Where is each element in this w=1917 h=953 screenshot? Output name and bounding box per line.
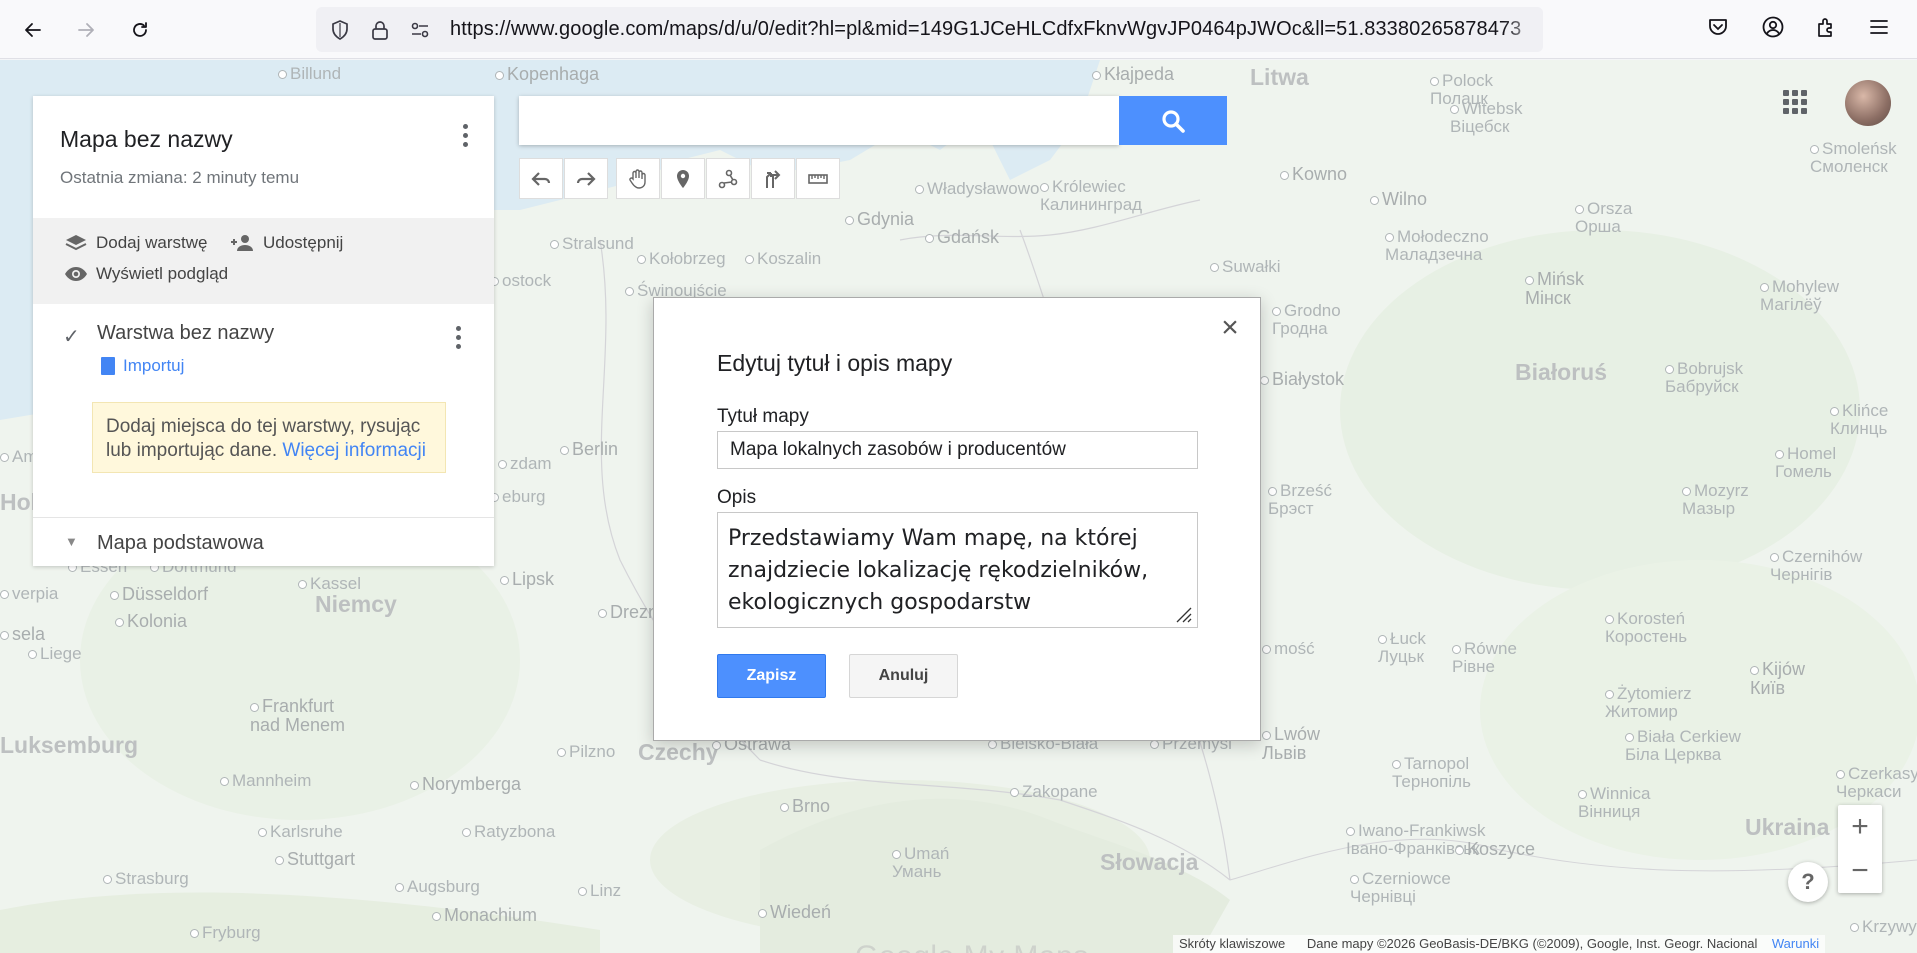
layer-visibility-checkbox[interactable]: ✓ [63,324,80,349]
search-icon [1162,109,1185,133]
add-layer-button[interactable]: Dodaj warstwę [63,232,208,254]
lock-icon[interactable] [369,19,391,41]
map-toolbar-tools [616,158,841,199]
permissions-icon[interactable] [409,19,431,41]
zoom-in-button[interactable]: + [1838,805,1882,849]
reload-icon [133,22,147,37]
menu-button[interactable] [1867,15,1895,43]
redo-button[interactable] [564,158,608,199]
search-input[interactable] [519,96,1119,145]
undo-button[interactable] [519,158,563,199]
zoom-control: + − [1838,805,1882,893]
avatar[interactable] [1845,80,1891,126]
layer-title[interactable]: Warstwa bez nazwy [97,322,274,345]
browser-toolbar: https://www.google.com/maps/d/u/0/edit?h… [0,0,1917,59]
panel-actions: Dodaj warstwę Udostępnij Wyświetl podglą… [33,218,494,304]
google-apps-icon[interactable] [1783,90,1807,114]
arrow-left-icon [25,23,41,37]
forward-button[interactable] [70,14,102,46]
pan-tool-button[interactable] [616,158,660,199]
map-title-label: Tytuł mapy [717,406,809,427]
directions-button[interactable] [751,158,795,199]
eye-icon [65,267,87,281]
add-marker-button[interactable] [661,158,705,199]
url-text[interactable]: https://www.google.com/maps/d/u/0/edit?h… [450,18,1535,41]
description-textarea[interactable]: Przedstawiamy Wam mapę, na której znajdz… [717,512,1198,628]
search-button[interactable] [1119,96,1227,145]
puzzle-icon [1818,18,1832,37]
terms-link[interactable]: Warunki [1772,936,1819,951]
last-change-text: Ostatnia zmiana: 2 minuty temu [60,168,300,187]
layer-options-button[interactable] [446,322,470,352]
save-button[interactable]: Zapisz [717,654,826,698]
map-toolbar [519,158,609,199]
hamburger-icon [1870,20,1888,34]
panel-header: Mapa bez nazwy Ostatnia zmiana: 2 minuty… [33,96,494,218]
share-label: Udostępnij [263,233,344,252]
file-import-icon [101,357,115,375]
extensions-button[interactable] [1814,15,1842,43]
description-label: Opis [717,487,757,508]
import-link[interactable]: Importuj [101,356,184,376]
address-bar[interactable]: https://www.google.com/maps/d/u/0/edit?h… [316,7,1543,52]
import-label: Importuj [123,356,185,375]
add-layer-label: Dodaj warstwę [96,233,208,252]
shield-icon[interactable] [329,19,351,41]
share-button[interactable]: Udostępnij [230,232,343,254]
layer-hint-box: Dodaj miejsca do tej warstwy, rysując lu… [92,402,446,473]
add-person-icon [231,235,253,251]
dialog-title: Edytuj tytuł i opis mapy [717,350,953,376]
draw-line-button[interactable] [706,158,750,199]
attribution-text: Dane mapy ©2026 GeoBasis-DE/BKG (©2009),… [1306,936,1758,951]
directions-icon [766,169,781,188]
basemap-section[interactable]: ▼ Mapa podstawowa [33,517,494,566]
cancel-button[interactable]: Anuluj [849,654,958,698]
close-icon[interactable]: × [1217,313,1243,343]
marker-icon [677,169,689,188]
map-options-button[interactable] [453,120,477,150]
more-info-link[interactable]: Więcej informacji [282,440,426,461]
draw-line-icon [718,169,738,188]
edit-title-dialog: × Edytuj tytuł i opis mapy Tytuł mapy Op… [653,297,1261,741]
expand-caret-icon: ▼ [65,534,78,549]
reload-button[interactable] [124,14,156,46]
preview-button[interactable]: Wyświetl podgląd [63,263,228,285]
ruler-icon [808,173,828,184]
map-title-input[interactable] [717,431,1198,469]
zoom-out-button[interactable]: − [1838,849,1882,893]
account-icon [1762,16,1784,38]
map-title[interactable]: Mapa bez nazwy [60,126,233,153]
account-button[interactable] [1761,15,1789,43]
preview-label: Wyświetl podgląd [96,264,229,283]
keyboard-shortcuts-link[interactable]: Skróty klawiszowe [1179,936,1285,951]
pocket-icon [1709,19,1727,35]
map-footer: Skróty klawiszowe Dane mapy ©2026 GeoBas… [1173,935,1826,953]
redo-icon [576,171,596,186]
arrow-right-icon [78,23,94,37]
layers-icon [65,235,87,251]
help-button[interactable]: ? [1788,862,1828,902]
basemap-label: Mapa podstawowa [97,532,264,554]
measure-button[interactable] [796,158,840,199]
back-button[interactable] [17,14,49,46]
hand-icon [629,168,646,189]
pocket-button[interactable] [1706,15,1734,43]
undo-icon [531,171,551,186]
resize-handle-icon[interactable] [1171,604,1193,624]
map-sidebar-panel: Mapa bez nazwy Ostatnia zmiana: 2 minuty… [33,96,494,566]
